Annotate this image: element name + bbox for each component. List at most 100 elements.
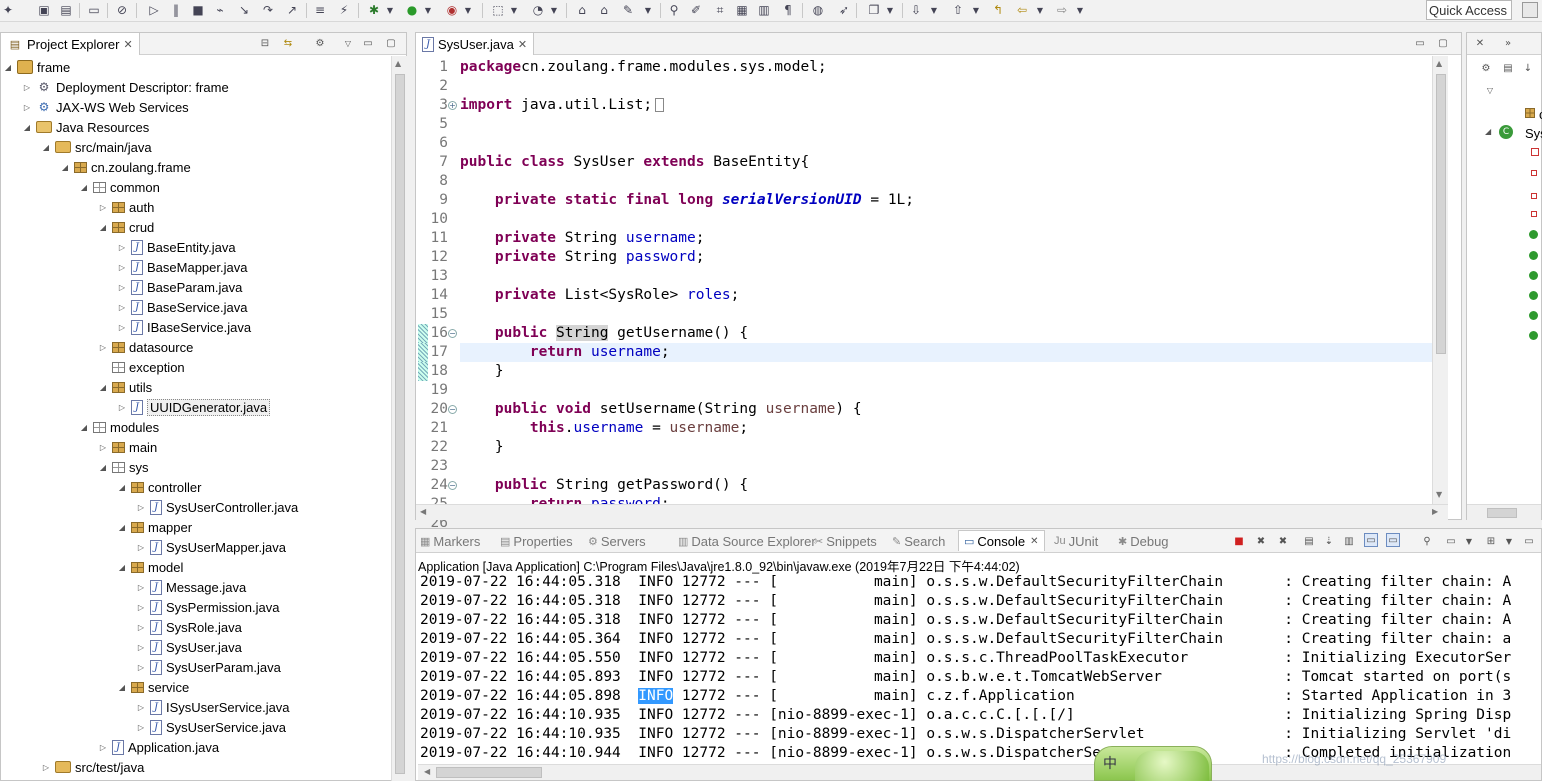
external-tools-dropdown-icon[interactable]: ▼ [460,2,476,18]
collapsed-twisty-icon[interactable]: ▷ [98,203,108,212]
ime-indicator[interactable]: 中 [1094,746,1212,781]
toggle-mark-icon[interactable]: ⌗ [712,2,728,18]
code-line[interactable]: packagecn.zoulang.frame.modules.sys.mode… [460,58,827,77]
word-wrap-icon[interactable]: ▥ [1342,534,1356,548]
last-edit-icon[interactable]: ↰ [990,2,1006,18]
collapse-fold-icon[interactable]: − [448,405,457,414]
windows-icon[interactable]: ❐ [866,2,882,18]
tree-item[interactable]: ▷ J SysRole.java [136,617,242,637]
resume-icon[interactable]: ▷ [146,2,162,18]
collapsed-twisty-icon[interactable]: ▷ [136,663,146,672]
code-line[interactable]: this.username = username; [460,419,748,438]
tree-item[interactable]: ◢ src/main/java [41,137,152,157]
tab-search[interactable]: ✎ Search [892,532,945,550]
collapsed-twisty-icon[interactable]: ▷ [117,263,127,272]
collapse-all-icon[interactable]: ⊟ [258,36,272,50]
collapsed-twisty-icon[interactable]: ▷ [117,283,127,292]
tree-item[interactable]: ▷ J BaseParam.java [117,277,242,297]
debug-icon[interactable]: ✱ [366,2,382,18]
expanded-twisty-icon[interactable]: ◢ [117,483,127,492]
tab-markers[interactable]: ▦ Markers [420,532,480,550]
new-java-project-dropdown-icon[interactable]: ▼ [506,2,522,18]
next-annotation-dropdown-icon[interactable]: ▼ [926,2,942,18]
open-console-dropdown-icon[interactable]: ▼ [1502,534,1516,548]
console-output[interactable]: 2019-07-22 16:44:05.318 INFO 12772 --- [… [420,573,1542,763]
tab-servers[interactable]: ⚙ Servers [588,532,646,550]
console-line[interactable]: 2019-07-22 16:44:05.550 INFO 12772 --- [… [420,649,1511,668]
collapsed-twisty-icon[interactable]: ▷ [117,303,127,312]
open-console-icon[interactable]: ⊞ [1484,534,1498,548]
new-class-icon[interactable]: ◔ [530,2,546,18]
editor-vscrollbar[interactable]: ▲ ▼ [1432,56,1448,504]
expanded-twisty-icon[interactable]: ◢ [117,683,127,692]
close-icon[interactable]: ✕ [1473,36,1487,50]
expanded-twisty-icon[interactable]: ◢ [117,563,127,572]
collapse-fold-icon[interactable]: − [448,481,457,490]
show-on-stdout-icon[interactable]: ▭ [1364,533,1378,547]
tree-item[interactable]: ◢ common [79,177,160,197]
code-line[interactable]: public String getPassword() { [460,476,748,495]
editor-vscrollbar-thumb[interactable] [1436,74,1446,354]
tree-item[interactable]: ▷ ⚙ JAX-WS Web Services [22,97,189,117]
previous-annotation-icon[interactable]: ⇧ [950,2,966,18]
terminate-icon[interactable]: ■ [1232,534,1246,548]
collapsed-twisty-icon[interactable]: ▷ [136,643,146,652]
more-views-icon[interactable]: » [1501,36,1515,50]
code-line[interactable]: import java.util.List; [460,96,665,115]
tree-item[interactable]: ▷ J SysUserService.java [136,717,286,737]
code-area[interactable]: packagecn.zoulang.frame.modules.sys.mode… [460,56,1446,504]
console-line[interactable]: 2019-07-22 16:44:05.364 INFO 12772 --- [… [420,630,1511,649]
show-on-stderr-icon[interactable]: ▭ [1386,533,1400,547]
tree-item[interactable]: ▷ J BaseEntity.java [117,237,236,257]
console-line[interactable]: 2019-07-22 16:44:10.935 INFO 12772 --- [… [420,725,1511,744]
show-whitespace-icon[interactable]: ¶ [780,2,796,18]
outline-hscrollbar-thumb[interactable] [1487,508,1517,518]
tree-item[interactable]: ▷ J SysUserController.java [136,497,298,517]
collapsed-twisty-icon[interactable]: ▷ [22,83,32,92]
hide-fields-icon[interactable]: ▤ [1501,61,1515,75]
tree-item[interactable]: ◢ frame [3,57,70,77]
brush-icon[interactable]: ✐ [688,2,704,18]
scroll-lock-icon[interactable]: ⇣ [1322,534,1336,548]
run-icon[interactable]: ● [404,2,420,18]
tab-debug[interactable]: ✱ Debug [1118,532,1169,550]
console-line[interactable]: 2019-07-22 16:44:05.898 INFO 12772 --- [… [420,687,1511,706]
tab-sysuser-java[interactable]: J SysUser.java ✕ [416,33,535,55]
tree-item[interactable]: ▷ J Application.java [98,737,219,757]
word-wrap-icon[interactable]: ▥ [756,2,772,18]
sort-icon[interactable]: ↓ [1521,61,1535,75]
use-step-filters-icon[interactable]: ≡ [312,2,328,18]
display-console-icon[interactable]: ▭ [1444,534,1458,548]
console-line[interactable]: 2019-07-22 16:44:05.318 INFO 12772 --- [… [420,592,1511,611]
expanded-twisty-icon[interactable]: ◢ [98,223,108,232]
expanded-twisty-icon[interactable]: ◢ [3,63,13,72]
block-selection-icon[interactable]: ▦ [734,2,750,18]
remove-launch-icon[interactable]: ✖ [1254,534,1268,548]
collapsed-twisty-icon[interactable]: ▷ [22,103,32,112]
tree-item[interactable]: ◢ sys [98,457,149,477]
collapsed-twisty-icon[interactable]: ▷ [41,763,51,772]
globe-icon[interactable]: ◍ [810,2,826,18]
code-line[interactable]: public String getUsername() { [460,324,748,343]
tree-item[interactable]: ▷ main [98,437,157,457]
tree-item[interactable]: ▷ J SysUser.java [136,637,242,657]
close-icon[interactable]: ✕ [518,38,527,51]
new-icon[interactable]: ✦ [0,2,16,18]
tree-item[interactable]: ◢ modules [79,417,159,437]
close-icon[interactable]: ✕ [1030,536,1038,547]
tree-item[interactable]: ◢ cn.zoulang.frame [60,157,191,177]
tree-item[interactable]: ▷ J SysUserParam.java [136,657,281,677]
run-last-icon[interactable]: ➶ [836,2,852,18]
collapsed-twisty-icon[interactable]: ▷ [136,703,146,712]
collapsed-twisty-icon[interactable]: ▷ [136,623,146,632]
save-icon[interactable]: ▣ [36,2,52,18]
link-with-editor-icon[interactable]: ⇆ [281,36,295,50]
code-line[interactable]: private List<SysRole> roles; [460,286,739,305]
windows-dropdown-icon[interactable]: ▼ [882,2,898,18]
tree-item[interactable]: ◢ crud [98,217,154,237]
code-line[interactable]: return password; [460,495,670,504]
collapsed-twisty-icon[interactable]: ▷ [136,723,146,732]
editor-hscrollbar[interactable]: ◀ ▶ [416,504,1448,520]
tree-item[interactable]: ▷ J UUIDGenerator.java [117,397,271,417]
collapsed-twisty-icon[interactable]: ▷ [98,743,108,752]
